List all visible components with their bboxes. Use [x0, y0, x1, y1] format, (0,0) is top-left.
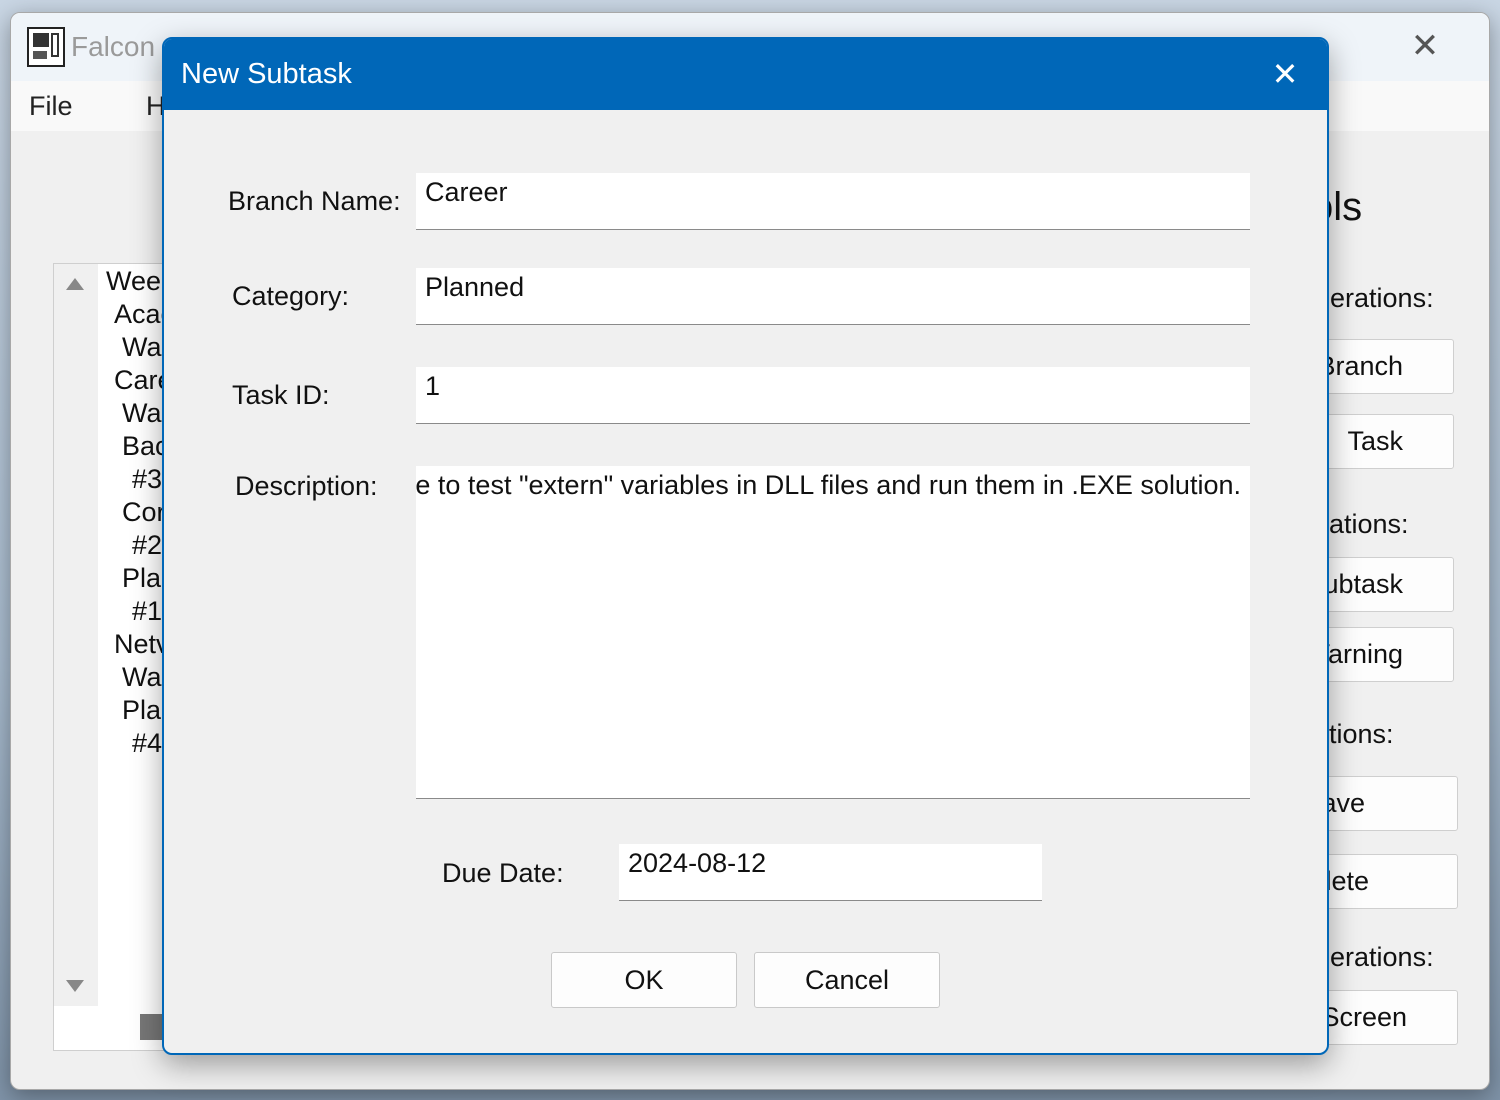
description-text: e to test "extern" variables in DLL file…: [416, 470, 1241, 500]
due-date-field[interactable]: 2024-08-12: [619, 844, 1042, 901]
section-label: tions:: [1329, 719, 1394, 749]
scroll-down-icon[interactable]: [66, 980, 84, 992]
dialog-title: New Subtask: [181, 58, 352, 90]
category-field[interactable]: Planned: [416, 268, 1250, 325]
task-id-label: Task ID:: [232, 380, 330, 410]
ok-button[interactable]: OK: [551, 952, 737, 1008]
category-label: Category:: [232, 281, 350, 311]
app-logo-icon: [27, 27, 65, 67]
section-label: ations:: [1329, 509, 1409, 539]
section-label: perations:: [1315, 283, 1434, 313]
tree-item[interactable]: Cor: [122, 497, 166, 528]
section-label: perations:: [1315, 942, 1434, 972]
cancel-button[interactable]: Cancel: [754, 952, 940, 1008]
tree-item[interactable]: #3: [132, 464, 162, 495]
scroll-up-icon[interactable]: [66, 278, 84, 290]
menu-file[interactable]: File: [29, 91, 73, 122]
due-date-label: Due Date:: [442, 858, 564, 888]
tree-item[interactable]: #2: [132, 530, 162, 561]
new-subtask-dialog: New Subtask ✕ Branch Name: Career Catego…: [162, 37, 1329, 1055]
branch-name-field[interactable]: Career: [416, 173, 1250, 230]
tree-item[interactable]: Weel: [106, 266, 167, 297]
tree-item[interactable]: #4: [132, 728, 162, 759]
app-title: Falcon: [71, 31, 156, 62]
tree-item[interactable]: #1: [132, 596, 162, 627]
task-id-field[interactable]: 1: [416, 367, 1250, 424]
window-close-icon[interactable]: ✕: [1405, 27, 1445, 67]
description-textarea[interactable]: e to test "extern" variables in DLL file…: [416, 466, 1250, 799]
close-icon[interactable]: ✕: [1263, 53, 1307, 97]
description-label: Description:: [235, 471, 378, 501]
dialog-titlebar: New Subtask ✕: [164, 39, 1327, 110]
branch-name-label: Branch Name:: [228, 186, 401, 216]
tree-scrollbar[interactable]: [54, 264, 98, 1006]
